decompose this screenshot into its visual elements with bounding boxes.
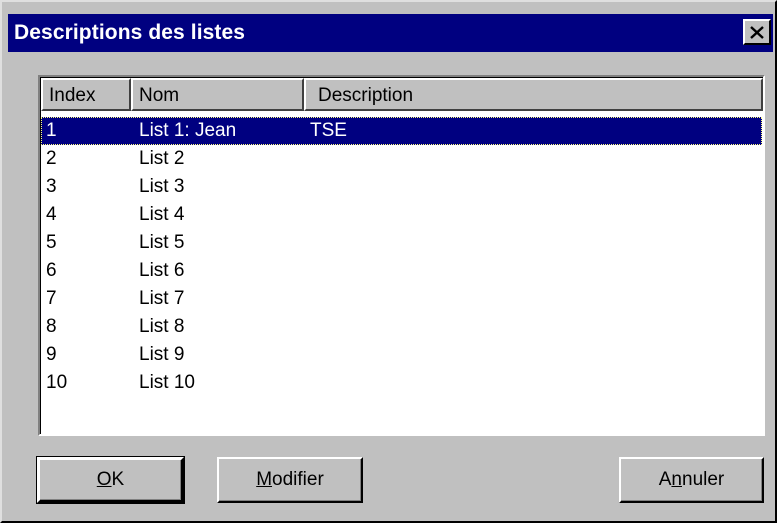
- column-header-index[interactable]: Index: [41, 78, 131, 111]
- table-row[interactable]: 9 List 9: [41, 341, 762, 369]
- row-name-cell: List 10: [139, 372, 195, 393]
- table-body: 1 List 1: Jean TSE 2 List 2 3 List 3 4 List 4 5 Li…: [41, 117, 762, 397]
- row-name-cell: List 6: [139, 260, 185, 281]
- row-name-cell: List 7: [139, 288, 185, 309]
- table-row[interactable]: 7 List 7: [41, 285, 762, 313]
- table-row[interactable]: 5 List 5: [41, 229, 762, 257]
- row-name-cell: List 5: [139, 232, 185, 253]
- row-index-cell: 10: [46, 372, 68, 393]
- ok-label: OK: [96, 469, 125, 490]
- annuler-button[interactable]: Annuler: [619, 457, 764, 503]
- title-bar[interactable]: Descriptions des listes: [8, 14, 773, 52]
- table-row[interactable]: 2 List 2: [41, 145, 762, 173]
- row-description-cell: TSE: [310, 120, 347, 141]
- table-row[interactable]: 1 List 1: Jean TSE: [41, 117, 762, 145]
- modifier-button[interactable]: Modifier: [217, 457, 363, 503]
- column-header-nom[interactable]: Nom: [131, 78, 304, 111]
- table-header: Index Nom Description: [41, 78, 763, 111]
- table-row[interactable]: 4 List 4: [41, 201, 762, 229]
- table-row[interactable]: 3 List 3: [41, 173, 762, 201]
- row-index-cell: 5: [46, 232, 57, 253]
- row-name-cell: List 2: [139, 148, 185, 169]
- row-name-cell: List 3: [139, 176, 185, 197]
- row-index-cell: 8: [46, 316, 57, 337]
- row-name-cell: List 8: [139, 316, 185, 337]
- annuler-label: Annuler: [658, 469, 725, 490]
- table-row[interactable]: 10 List 10: [41, 369, 762, 397]
- row-index-cell: 4: [46, 204, 57, 225]
- row-index-cell: 7: [46, 288, 57, 309]
- ok-button[interactable]: OK: [36, 456, 185, 504]
- row-index-cell: 9: [46, 344, 57, 365]
- close-x-icon: [750, 25, 764, 39]
- row-index-cell: 3: [46, 176, 57, 197]
- row-index-cell: 6: [46, 260, 57, 281]
- row-name-cell: List 4: [139, 204, 185, 225]
- row-name-cell: List 9: [139, 344, 185, 365]
- row-index-cell: 1: [46, 120, 57, 141]
- column-header-description[interactable]: Description: [304, 78, 763, 111]
- dialog-title: Descriptions des listes: [14, 21, 246, 44]
- close-button[interactable]: [743, 19, 771, 45]
- table-row[interactable]: 6 List 6: [41, 257, 762, 285]
- modifier-label: Modifier: [256, 469, 324, 490]
- table-row[interactable]: 8 List 8: [41, 313, 762, 341]
- list-descriptions-table[interactable]: Index Nom Description 1 List 1: Jean TSE 2 L…: [38, 75, 765, 436]
- row-index-cell: 2: [46, 148, 57, 169]
- dialog-window: Descriptions des listes Index Nom Descri…: [0, 0, 777, 523]
- row-name-cell: List 1: Jean: [139, 120, 237, 141]
